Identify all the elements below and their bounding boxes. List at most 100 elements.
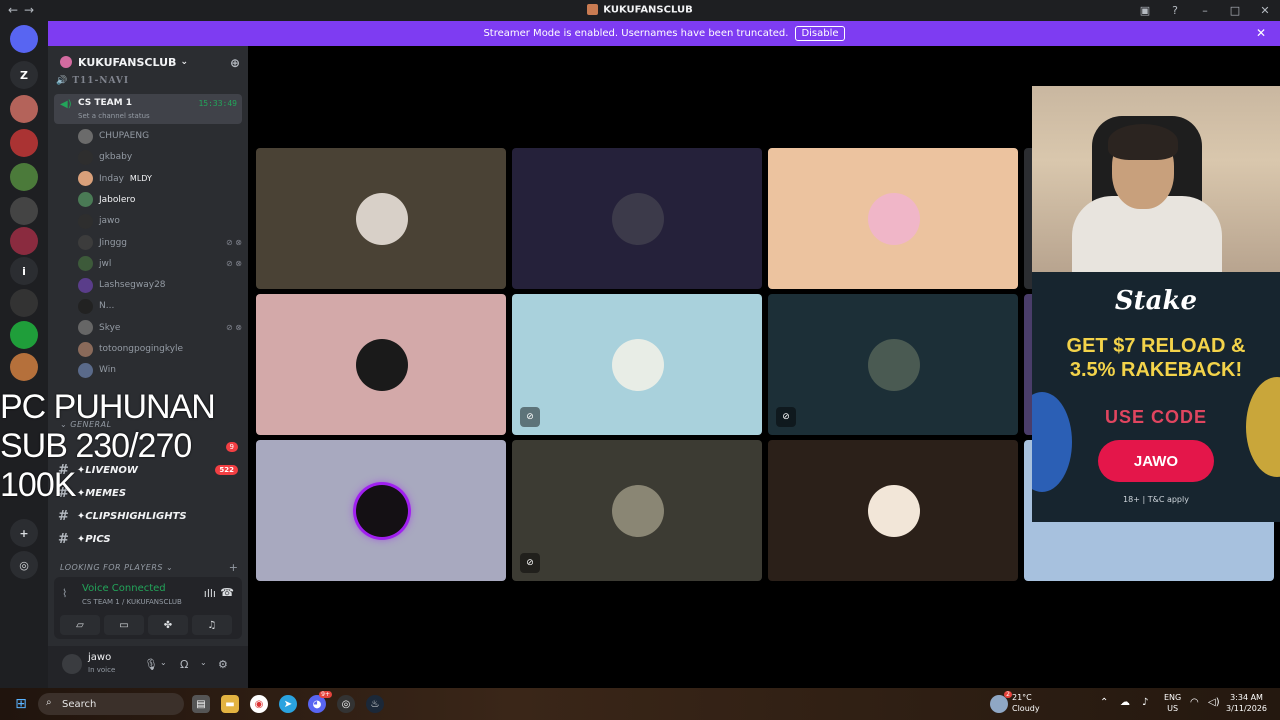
taskbar-search[interactable]: ⌕ Search <box>38 693 184 715</box>
signal-icon[interactable]: ⌇ <box>62 587 67 600</box>
chevron-down-icon[interactable]: ⌄ <box>200 658 207 667</box>
server-icon-1[interactable]: Z <box>10 61 38 89</box>
server-list: Zi + ◎ <box>0 21 48 688</box>
server-icon-9[interactable] <box>10 321 38 349</box>
unread-badge: 9 <box>225 442 238 452</box>
activities-icon: ✤ <box>163 619 173 631</box>
telegram-icon[interactable]: ➤ <box>279 695 297 713</box>
close-banner-icon[interactable]: ✕ <box>1256 26 1266 40</box>
participant-tile[interactable]: ⊘ <box>512 294 762 435</box>
help-icon[interactable]: ? <box>1160 0 1190 21</box>
channel-status[interactable]: Set a channel status <box>78 112 150 120</box>
participant-tile[interactable] <box>512 148 762 289</box>
deafened-icon: ⊘ <box>520 553 540 573</box>
camera-button[interactable]: ▱ <box>60 615 100 635</box>
chevron-down-icon[interactable]: ⌄ <box>160 658 167 667</box>
volume-icon[interactable]: ◁) <box>1208 697 1220 708</box>
guild-header[interactable]: KUKUFANSCLUB ⌄ ⊕ <box>48 46 248 78</box>
server-icon-6[interactable] <box>10 227 38 255</box>
disconnect-icon[interactable]: ☎ <box>220 586 234 599</box>
window-title: KUKUFANSCLUB <box>0 4 1280 16</box>
member-name: totoongpogingkyle <box>99 344 184 354</box>
headphones-icon[interactable]: Ω <box>180 658 188 671</box>
server-icon-3[interactable] <box>10 129 38 157</box>
voice-member[interactable]: CHUPAENG <box>78 126 242 146</box>
onedrive-icon[interactable]: ☁ <box>1120 697 1130 708</box>
server-icon-2[interactable] <box>10 95 38 123</box>
disable-button[interactable]: Disable <box>795 26 845 41</box>
obs-icon[interactable]: ◎ <box>337 695 355 713</box>
voice-member[interactable]: Inday MLDY <box>78 169 242 189</box>
server-icon-5[interactable] <box>10 197 38 225</box>
member-name: CHUPAENG <box>99 131 150 141</box>
avatar <box>78 320 93 336</box>
voice-member[interactable]: Win <box>78 360 242 380</box>
noise-suppression-icon[interactable]: ıllı <box>204 587 216 600</box>
voice-member[interactable]: gkbaby <box>78 147 242 167</box>
invite-icon[interactable]: ⊕ <box>230 56 240 70</box>
voice-member[interactable]: totoongpogingkyle <box>78 339 242 359</box>
participant-tile[interactable] <box>256 148 506 289</box>
settings-gear-icon[interactable]: ⚙ <box>218 658 228 671</box>
microphone-tray-icon[interactable]: ♪ <box>1142 697 1148 708</box>
voice-member[interactable]: jwl ⊘ ⊗ <box>78 254 242 274</box>
participant-tile[interactable] <box>256 440 506 581</box>
category-looking-for-players[interactable]: LOOKING FOR PLAYERS ⌄ <box>60 563 173 572</box>
streamer-mode-banner: Streamer Mode is enabled. Usernames have… <box>48 21 1280 46</box>
language-indicator[interactable]: ENG US <box>1164 692 1181 714</box>
participant-tile[interactable] <box>256 294 506 435</box>
server-icon-4[interactable] <box>10 163 38 191</box>
maximize-button[interactable]: □ <box>1220 0 1250 21</box>
activities-button[interactable]: ✤ <box>148 615 188 635</box>
microphone-icon[interactable]: 🎙 <box>144 658 158 671</box>
participant-tile[interactable]: ⊘ <box>512 440 762 581</box>
voice-member[interactable]: Skye ⊘ ⊗ <box>78 318 242 338</box>
screen-share-button[interactable]: ▭ <box>104 615 144 635</box>
windows-start-icon[interactable]: ⊞ <box>12 695 30 713</box>
discord-icon[interactable]: ◕ 9+ <box>308 691 332 713</box>
voice-connected-panel: ⌇ Voice Connected CS TEAM 1 / KUKUFANSCL… <box>54 577 242 639</box>
weather-widget[interactable]: 21°C Cloudy <box>1012 692 1040 714</box>
username[interactable]: jawo <box>88 652 111 663</box>
text-channel[interactable]: # ✦PICS <box>58 529 238 549</box>
voice-member[interactable]: Jinggg ⊘ ⊗ <box>78 233 242 253</box>
server-icon-10[interactable] <box>10 353 38 381</box>
participant-tile[interactable] <box>768 148 1018 289</box>
server-icon-0[interactable] <box>10 25 38 53</box>
minimize-button[interactable]: – <box>1190 0 1220 21</box>
participant-tile[interactable]: ⊘ <box>768 294 1018 435</box>
discover-icon[interactable]: ◎ <box>10 551 38 579</box>
chevron-up-icon[interactable]: ⌃ <box>1100 697 1108 708</box>
participant-tile[interactable] <box>768 440 1018 581</box>
voice-connected-subtitle[interactable]: CS TEAM 1 / KUKUFANSCLUB <box>82 598 182 606</box>
server-icon-7[interactable]: i <box>10 257 38 285</box>
voice-member[interactable]: N... <box>78 296 242 316</box>
voice-member[interactable]: jawo <box>78 211 242 231</box>
avatar <box>78 171 93 187</box>
voice-member[interactable]: Lashsegway28 <box>78 275 242 295</box>
server-logo-icon <box>587 4 599 15</box>
avatar[interactable] <box>62 654 82 674</box>
voice-channel-active[interactable]: ◀) CS TEAM 1 15:33:49 Set a channel stat… <box>54 94 242 124</box>
voice-channel-prev[interactable]: 🔊 T11-NAVI <box>56 76 129 86</box>
soundboard-button[interactable]: ♫ <box>192 615 232 635</box>
weather-icon[interactable]: 2 <box>990 691 1012 713</box>
search-icon: ⌕ <box>46 697 52 708</box>
chrome-icon[interactable]: ◉ <box>250 695 268 713</box>
camera-off-icon: ▱ <box>76 619 84 631</box>
create-channel-icon[interactable]: + <box>229 561 238 574</box>
close-button[interactable]: ✕ <box>1250 0 1280 21</box>
wifi-icon[interactable]: ◠ <box>1190 697 1199 708</box>
inbox-icon[interactable]: ▣ <box>1130 0 1160 21</box>
voice-connected-label[interactable]: Voice Connected <box>82 583 166 594</box>
voice-member[interactable]: Jabolero <box>78 190 242 210</box>
text-channel[interactable]: # ✦CLIPSHIGHLIGHTS <box>58 506 238 526</box>
steam-icon[interactable]: ♨ <box>366 695 384 713</box>
add-server-icon[interactable]: + <box>10 519 38 547</box>
clock[interactable]: 3:34 AM 3/11/2026 <box>1226 692 1267 714</box>
member-name: N... <box>99 301 115 312</box>
server-icon-8[interactable] <box>10 289 38 317</box>
task-view-icon[interactable]: ▤ <box>192 695 210 713</box>
file-explorer-icon[interactable]: ▬ <box>221 695 239 713</box>
avatar <box>868 339 920 391</box>
